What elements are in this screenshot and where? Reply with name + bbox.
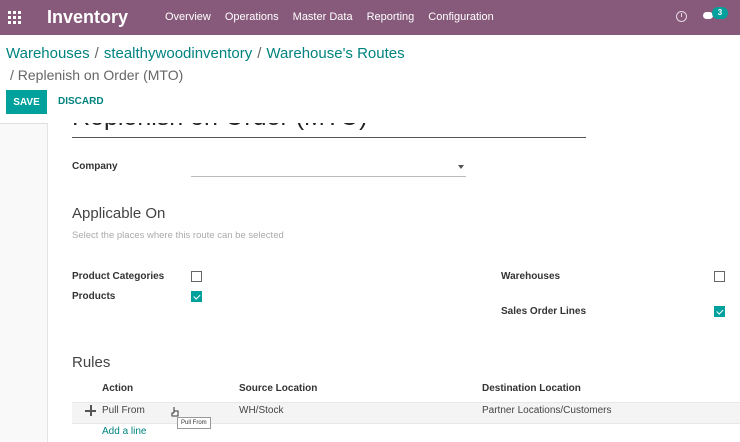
discard-button[interactable]: DISCARD xyxy=(58,96,104,107)
activity-clock-icon[interactable] xyxy=(676,11,687,22)
breadcrumb-warehouse[interactable]: stealthywoodinventory xyxy=(104,45,252,62)
applicable-on-hint: Select the places where this route can b… xyxy=(72,230,284,241)
menu-reporting[interactable]: Reporting xyxy=(367,11,415,23)
breadcrumb: Warehouses / stealthywoodinventory / Warehou… xyxy=(6,45,405,62)
column-header-action[interactable]: Action xyxy=(102,383,133,394)
drag-handle-icon[interactable] xyxy=(85,405,96,416)
apps-grid-icon[interactable] xyxy=(8,11,21,24)
product-categories-checkbox[interactable] xyxy=(191,271,202,282)
rules-heading: Rules xyxy=(72,354,111,371)
products-checkbox[interactable] xyxy=(191,291,202,302)
sales-order-lines-label: Sales Order Lines xyxy=(501,306,587,317)
menu-overview[interactable]: Overview xyxy=(165,11,211,23)
column-header-destination[interactable]: Destination Location xyxy=(482,383,581,394)
rule-destination-cell[interactable]: Partner Locations/Customers xyxy=(482,405,612,416)
menu-configuration[interactable]: Configuration xyxy=(428,11,493,23)
company-select[interactable] xyxy=(191,176,466,177)
route-name-text: Replenish on Order (MTO) xyxy=(72,123,367,132)
breadcrumb-warehouses[interactable]: Warehouses xyxy=(6,45,90,62)
chevron-down-icon[interactable] xyxy=(458,165,464,169)
warehouses-checkbox[interactable] xyxy=(714,271,725,282)
chat-badge: 3 xyxy=(712,7,728,19)
rule-source-cell[interactable]: WH/Stock xyxy=(239,405,283,416)
breadcrumb-current: / Replenish on Order (MTO) xyxy=(10,67,184,83)
breadcrumb-routes[interactable]: Warehouse's Routes xyxy=(266,45,404,62)
menu-operations[interactable]: Operations xyxy=(225,11,279,23)
sales-order-lines-checkbox[interactable] xyxy=(714,306,725,317)
add-line-link[interactable]: Add a line xyxy=(102,426,146,437)
app-brand[interactable]: Inventory xyxy=(47,7,128,28)
top-navbar: Inventory Overview Operations Master Dat… xyxy=(0,0,740,35)
save-button[interactable]: SAVE xyxy=(6,90,47,114)
main-menu: Overview Operations Master Data Reportin… xyxy=(165,11,508,23)
warehouses-label: Warehouses xyxy=(501,271,561,282)
route-name-input[interactable]: Replenish on Order (MTO) xyxy=(72,123,586,138)
tooltip: Pull From xyxy=(177,417,211,429)
product-categories-label: Product Categories xyxy=(72,271,165,282)
form-sheet: Replenish on Order (MTO) Company Applica… xyxy=(47,123,740,442)
products-label: Products xyxy=(72,291,116,302)
company-label: Company xyxy=(72,161,118,172)
rule-action-cell[interactable]: Pull From xyxy=(102,405,145,416)
applicable-on-heading: Applicable On xyxy=(72,205,166,222)
column-header-source[interactable]: Source Location xyxy=(239,383,317,394)
control-panel: Warehouses / stealthywoodinventory / Warehou… xyxy=(0,35,740,124)
menu-master-data[interactable]: Master Data xyxy=(293,11,353,23)
